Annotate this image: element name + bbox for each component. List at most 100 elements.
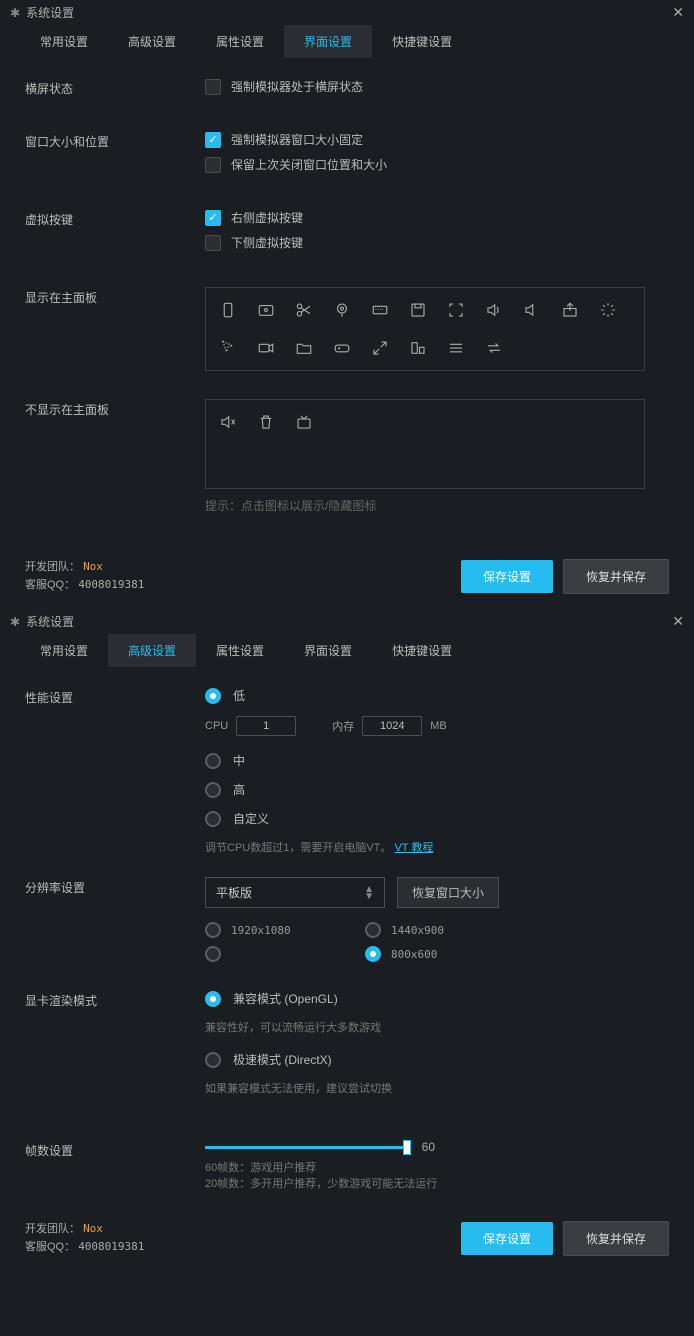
mem-input[interactable] [362, 716, 422, 736]
video-icon[interactable] [256, 338, 276, 358]
tab-advanced[interactable]: 高级设置 [108, 634, 196, 667]
label-performance: 性能设置 [25, 687, 205, 706]
dock-icon[interactable] [408, 338, 428, 358]
volume-up-icon[interactable] [484, 300, 504, 320]
volume-down-icon[interactable] [522, 300, 542, 320]
radio-gpu-opengl-label: 兼容模式 (OpenGL) [233, 990, 338, 1007]
fps-slider-thumb[interactable] [403, 1140, 411, 1155]
label-landscape: 横屏状态 [25, 78, 205, 97]
footer: 开发团队： Nox 客服QQ： 4008019381 保存设置 恢复并保存 [0, 548, 694, 609]
footer: 开发团队： Nox 客服QQ： 4008019381 保存设置 恢复并保存 [0, 1210, 694, 1271]
resolution-mode-select[interactable]: 平板版 ▲▼ [205, 877, 385, 908]
shown-icons-grid [205, 287, 645, 371]
radio-res-1920[interactable] [205, 922, 221, 938]
checkbox-bottom-keys[interactable] [205, 235, 221, 251]
settings-window-advanced: ✱ 系统设置 ✕ 常用设置 高级设置 属性设置 界面设置 快捷键设置 性能设置 … [0, 609, 694, 1271]
footer-info: 开发团队： Nox 客服QQ： 4008019381 [25, 558, 451, 594]
cursor-icon[interactable] [218, 338, 238, 358]
sync-icon[interactable] [484, 338, 504, 358]
restore-button[interactable]: 恢复并保存 [563, 559, 669, 594]
checkbox-remember-pos[interactable] [205, 157, 221, 173]
titlebar: ✱ 系统设置 ✕ [0, 609, 694, 634]
label-show-panel: 显示在主面板 [25, 287, 205, 306]
label-resolution: 分辨率设置 [25, 877, 205, 896]
window-title: 系统设置 [26, 613, 74, 630]
menu-icon[interactable] [446, 338, 466, 358]
tab-advanced[interactable]: 高级设置 [108, 25, 196, 58]
tabs: 常用设置 高级设置 属性设置 界面设置 快捷键设置 [0, 25, 694, 58]
fps-slider[interactable] [205, 1146, 408, 1149]
tab-ui[interactable]: 界面设置 [284, 634, 372, 667]
radio-perf-mid-label: 中 [233, 752, 245, 769]
keyboard-icon[interactable] [370, 300, 390, 320]
gamepad-icon[interactable] [332, 338, 352, 358]
radio-res-1280[interactable] [205, 946, 221, 962]
tab-property[interactable]: 属性设置 [196, 634, 284, 667]
gpu-opengl-desc: 兼容性好，可以流畅运行大多数游戏 [205, 1019, 669, 1035]
radio-perf-custom-label: 自定义 [233, 810, 269, 827]
checkbox-force-landscape[interactable] [205, 79, 221, 95]
perf-note: 调节CPU数超过1，需要开启电脑VT。 [205, 842, 391, 854]
camera-icon[interactable] [256, 300, 276, 320]
checkbox-right-keys[interactable]: ✓ [205, 210, 221, 226]
radio-perf-low[interactable] [205, 688, 221, 704]
checkbox-remember-pos-label: 保留上次关闭窗口位置和大小 [231, 156, 387, 173]
tab-property[interactable]: 属性设置 [196, 25, 284, 58]
radio-perf-high[interactable] [205, 782, 221, 798]
folder-icon[interactable] [294, 338, 314, 358]
fullscreen-icon[interactable] [446, 300, 466, 320]
footer-info: 开发团队： Nox 客服QQ： 4008019381 [25, 1220, 451, 1256]
checkbox-force-landscape-label: 强制模拟器处于横屏状态 [231, 78, 363, 95]
expand-icon[interactable] [370, 338, 390, 358]
checkbox-bottom-keys-label: 下侧虚拟按键 [231, 234, 303, 251]
tab-ui[interactable]: 界面设置 [284, 25, 372, 58]
share-icon[interactable] [560, 300, 580, 320]
phone-icon[interactable] [218, 300, 238, 320]
checkbox-right-keys-label: 右侧虚拟按键 [231, 209, 303, 226]
scissors-icon[interactable] [294, 300, 314, 320]
close-icon[interactable]: ✕ [672, 613, 684, 630]
trash-icon[interactable] [256, 412, 276, 432]
vt-tutorial-link[interactable]: VT 教程 [394, 842, 433, 854]
titlebar: ✱ 系统设置 ✕ [0, 0, 694, 25]
radio-perf-custom[interactable] [205, 811, 221, 827]
reset-window-size-button[interactable]: 恢复窗口大小 [397, 877, 499, 908]
label-gpu-mode: 显卡渲染模式 [25, 990, 205, 1009]
cpu-label: CPU [205, 720, 228, 732]
cpu-input[interactable] [236, 716, 296, 736]
radio-gpu-directx-label: 极速模式 (DirectX) [233, 1051, 332, 1068]
mute-icon[interactable] [218, 412, 238, 432]
radio-res-1440[interactable] [365, 922, 381, 938]
save-button[interactable]: 保存设置 [461, 560, 553, 593]
res-1920-label: 1920x1080 [231, 924, 291, 937]
save-button[interactable]: 保存设置 [461, 1222, 553, 1255]
tab-common[interactable]: 常用设置 [20, 25, 108, 58]
restore-button[interactable]: 恢复并保存 [563, 1221, 669, 1256]
mem-unit: MB [430, 720, 447, 732]
loading-icon[interactable] [598, 300, 618, 320]
radio-perf-low-label: 低 [233, 687, 245, 704]
tab-common[interactable]: 常用设置 [20, 634, 108, 667]
checkbox-fixed-size-label: 强制模拟器窗口大小固定 [231, 131, 363, 148]
gear-icon: ✱ [10, 6, 20, 20]
settings-window-ui: ✱ 系统设置 ✕ 常用设置 高级设置 属性设置 界面设置 快捷键设置 横屏状态 … [0, 0, 694, 609]
window-title: 系统设置 [26, 4, 74, 21]
label-hide-panel: 不显示在主面板 [25, 399, 205, 418]
radio-res-800[interactable] [365, 946, 381, 962]
radio-gpu-opengl[interactable] [205, 991, 221, 1007]
hint-text: 提示：点击图标以展示/隐藏图标 [205, 497, 669, 514]
tab-shortcut[interactable]: 快捷键设置 [372, 25, 472, 58]
save-icon[interactable] [408, 300, 428, 320]
radio-perf-mid[interactable] [205, 753, 221, 769]
label-window-size: 窗口大小和位置 [25, 131, 205, 150]
radio-gpu-directx[interactable] [205, 1052, 221, 1068]
fps-note-20: 20帧数：多开用户推荐，少数游戏可能无法运行 [205, 1176, 669, 1192]
tab-shortcut[interactable]: 快捷键设置 [372, 634, 472, 667]
close-icon[interactable]: ✕ [672, 4, 684, 21]
res-1440-label: 1440x900 [391, 924, 444, 937]
fps-note-60: 60帧数：游戏用户推荐 [205, 1160, 669, 1176]
checkbox-fixed-size[interactable]: ✓ [205, 132, 221, 148]
location-icon[interactable] [332, 300, 352, 320]
tv-icon[interactable] [294, 412, 314, 432]
resolution-mode-value: 平板版 [216, 884, 252, 901]
